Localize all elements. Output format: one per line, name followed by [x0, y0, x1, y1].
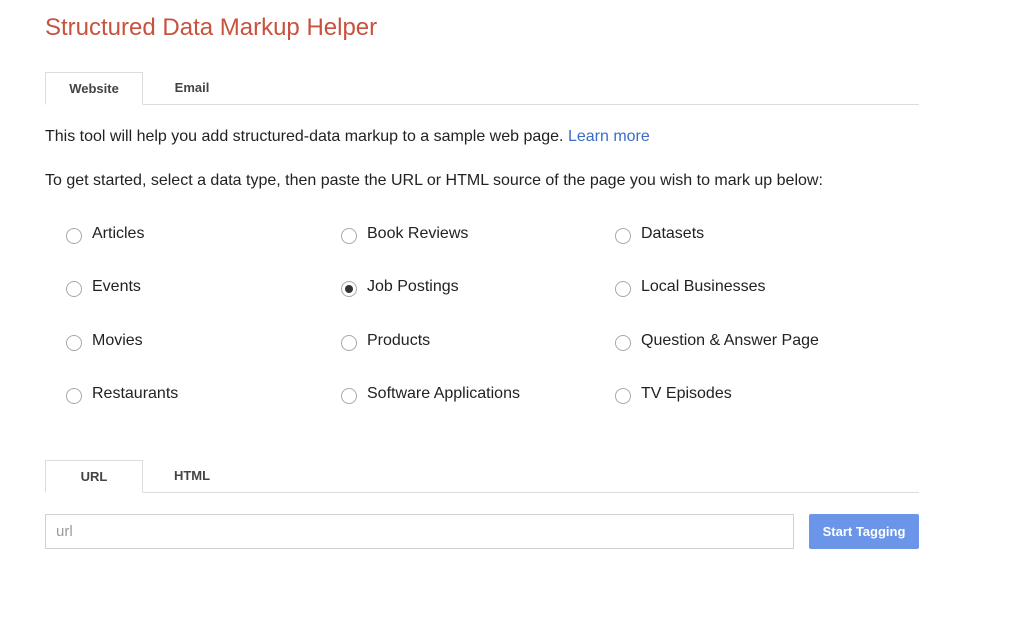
- radio-button[interactable]: [66, 281, 82, 297]
- radio-label: Job Postings: [367, 278, 459, 295]
- start-tagging-button[interactable]: Start Tagging: [809, 514, 919, 549]
- radio-label: Book Reviews: [367, 225, 469, 242]
- radio-button[interactable]: [66, 335, 82, 351]
- radio-label: Local Businesses: [641, 278, 766, 295]
- radio-label: Articles: [92, 225, 145, 242]
- tab-email[interactable]: Email: [143, 72, 241, 104]
- radio-button[interactable]: [341, 228, 357, 244]
- source-tabbar: Website Email: [45, 72, 919, 105]
- radio-label: Restaurants: [92, 385, 179, 402]
- url-input[interactable]: [45, 514, 794, 549]
- tab-html[interactable]: HTML: [143, 460, 241, 492]
- page-title: Structured Data Markup Helper: [45, 14, 378, 41]
- radio-label: Question & Answer Page: [641, 332, 819, 349]
- radio-option-software-applications[interactable]: Software Applications: [341, 383, 520, 405]
- tab-website[interactable]: Website: [45, 72, 143, 105]
- radio-option-movies[interactable]: Movies: [66, 330, 143, 352]
- radio-option-question-answer-page[interactable]: Question & Answer Page: [615, 330, 819, 352]
- page: Structured Data Markup Helper Website Em…: [0, 0, 1024, 621]
- intro-description: This tool will help you add structured-d…: [45, 128, 568, 145]
- radio-option-book-reviews[interactable]: Book Reviews: [341, 223, 468, 245]
- intro-text: This tool will help you add structured-d…: [45, 127, 650, 147]
- radio-button[interactable]: [66, 228, 82, 244]
- radio-button-selected[interactable]: [341, 281, 357, 297]
- learn-more-link[interactable]: Learn more: [568, 128, 650, 145]
- radio-option-events[interactable]: Events: [66, 276, 141, 298]
- radio-option-job-postings[interactable]: Job Postings: [341, 276, 459, 298]
- radio-option-datasets[interactable]: Datasets: [615, 223, 704, 245]
- radio-button[interactable]: [615, 281, 631, 297]
- radio-button[interactable]: [615, 388, 631, 404]
- radio-option-articles[interactable]: Articles: [66, 223, 144, 245]
- input-tabbar: URL HTML: [45, 460, 919, 493]
- radio-label: TV Episodes: [641, 385, 732, 402]
- radio-label: Products: [367, 332, 431, 349]
- radio-button[interactable]: [615, 228, 631, 244]
- radio-button[interactable]: [341, 335, 357, 351]
- radio-label: Events: [92, 278, 141, 295]
- radio-option-restaurants[interactable]: Restaurants: [66, 383, 178, 405]
- radio-label: Movies: [92, 332, 143, 349]
- radio-button[interactable]: [341, 388, 357, 404]
- radio-button[interactable]: [66, 388, 82, 404]
- radio-label: Datasets: [641, 225, 705, 242]
- tab-url[interactable]: URL: [45, 460, 143, 493]
- radio-button[interactable]: [615, 335, 631, 351]
- radio-option-products[interactable]: Products: [341, 330, 430, 352]
- radio-option-local-businesses[interactable]: Local Businesses: [615, 276, 766, 298]
- radio-label: Software Applications: [367, 385, 520, 402]
- instructions-text: To get started, select a data type, then…: [45, 172, 823, 189]
- radio-option-tv-episodes[interactable]: TV Episodes: [615, 383, 732, 405]
